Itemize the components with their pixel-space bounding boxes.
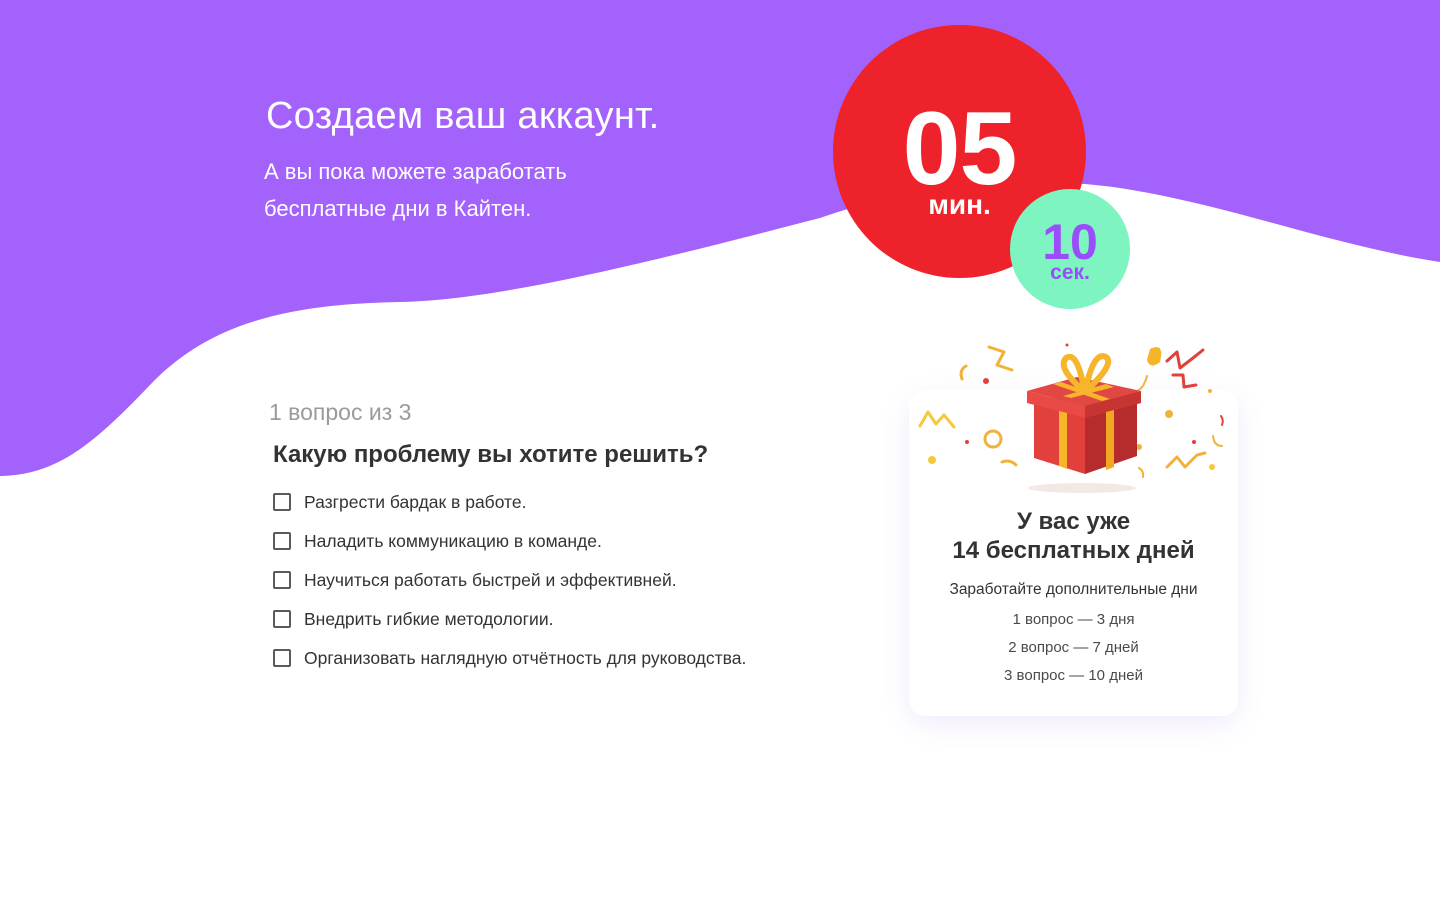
bonus-title-line: У вас уже bbox=[1016, 508, 1131, 535]
answer-label[interactable]: Разгрести бардак в работе. bbox=[304, 492, 526, 513]
page-subtitle: А вы пока можете заработать бесплатные д… bbox=[264, 153, 684, 227]
bonus-title-line: 14 бесплатных дней bbox=[952, 537, 1195, 564]
page: Создаем ваш аккаунт. А вы пока можете за… bbox=[0, 0, 1440, 900]
answer-label[interactable]: Наладить коммуникацию в команде. bbox=[304, 531, 602, 552]
bonus-rewards-list: 1 вопрос — 3 дня 2 вопрос — 7 дней 3 воп… bbox=[909, 610, 1238, 694]
answer-option[interactable]: Разгрести бардак в работе. bbox=[273, 490, 746, 514]
bonus-card-subtitle: Заработайте дополнительные дни bbox=[949, 581, 1198, 598]
bonus-reward-item: 2 вопрос — 7 дней bbox=[1008, 639, 1139, 656]
gift-icon bbox=[918, 343, 1224, 493]
answer-checkbox[interactable] bbox=[273, 493, 291, 511]
answer-option[interactable]: Наладить коммуникацию в команде. bbox=[273, 529, 746, 553]
timer-minutes-value: 05 bbox=[902, 91, 1018, 207]
gift-box bbox=[1027, 353, 1141, 493]
answer-label[interactable]: Внедрить гибкие методологии. bbox=[304, 609, 553, 630]
answer-options: Разгрести бардак в работе. Наладить комм… bbox=[273, 490, 746, 685]
answer-checkbox[interactable] bbox=[273, 649, 291, 667]
answer-label[interactable]: Научиться работать быстрей и эффективней… bbox=[304, 570, 677, 591]
timer-seconds: 10 сек. bbox=[1010, 189, 1130, 309]
answer-option[interactable]: Организовать наглядную отчётность для ру… bbox=[273, 646, 746, 670]
subtitle-line: бесплатные дни в Кайтен. bbox=[264, 196, 532, 221]
answer-label[interactable]: Организовать наглядную отчётность для ру… bbox=[304, 648, 746, 669]
answer-option[interactable]: Внедрить гибкие методологии. bbox=[273, 607, 746, 631]
answer-checkbox[interactable] bbox=[273, 532, 291, 550]
bonus-reward-item: 3 вопрос — 10 дней bbox=[1004, 667, 1143, 684]
quiz-progress: 1 вопрос из 3 bbox=[269, 399, 412, 425]
answer-checkbox[interactable] bbox=[273, 571, 291, 589]
answer-option[interactable]: Научиться работать быстрей и эффективней… bbox=[273, 568, 746, 592]
timer-seconds-unit: сек. bbox=[1050, 261, 1090, 284]
answer-checkbox[interactable] bbox=[273, 610, 291, 628]
timer-seconds-value: 10 bbox=[1042, 214, 1098, 270]
quiz-question: Какую проблему вы хотите решить? bbox=[273, 441, 709, 468]
bonus-card-title: У вас уже 14 бесплатных дней bbox=[909, 507, 1238, 565]
subtitle-line: А вы пока можете заработать bbox=[264, 159, 567, 184]
page-title: Создаем ваш аккаунт. bbox=[266, 95, 660, 137]
bonus-reward-item: 1 вопрос — 3 дня bbox=[1012, 611, 1135, 628]
